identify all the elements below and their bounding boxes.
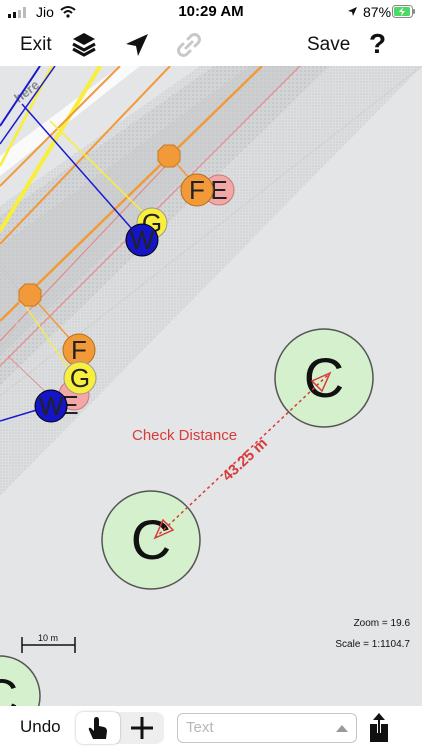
node-label: W: [130, 225, 155, 255]
hand-pointer-icon: [88, 717, 107, 739]
battery-percent: 87%: [363, 4, 392, 20]
help-button[interactable]: ?: [369, 28, 386, 60]
link-icon[interactable]: [175, 31, 203, 59]
location-arrow-icon[interactable]: [124, 32, 150, 58]
circle-point-partial[interactable]: C: [0, 655, 41, 706]
circle-point-lower[interactable]: C: [101, 490, 201, 590]
scale-readout: Scale = 1:1104.7: [335, 639, 410, 650]
plus-icon: [131, 717, 153, 739]
dropdown-arrow-icon[interactable]: [336, 725, 348, 732]
map-canvas[interactable]: here E F G W F G E W C C 43.25 m Check D…: [0, 66, 422, 706]
circle-label: C: [131, 508, 171, 571]
node-label: F: [189, 175, 205, 205]
map-drawing: here E F G W F G E W C C 43.25 m Check D…: [0, 66, 422, 706]
svg-text:C: C: [0, 669, 18, 706]
circle-point-upper[interactable]: C: [274, 328, 374, 428]
bottom-toolbar: Undo: [0, 706, 422, 750]
location-services-icon: [348, 7, 357, 16]
scale-bar-label: 10 m: [38, 633, 58, 643]
select-mode-button[interactable]: [76, 712, 120, 744]
save-button[interactable]: Save: [307, 34, 350, 56]
mode-segmented-control: [76, 712, 164, 744]
measure-title: Check Distance: [132, 427, 237, 444]
text-input[interactable]: [178, 714, 344, 741]
junction-node[interactable]: [157, 144, 181, 168]
add-mode-button[interactable]: [120, 712, 164, 744]
circle-label: C: [304, 346, 344, 409]
layers-icon[interactable]: [72, 32, 96, 58]
node-label: F: [71, 335, 87, 365]
text-dropdown[interactable]: [177, 713, 357, 743]
exit-button[interactable]: Exit: [20, 34, 52, 56]
top-toolbar: Exit Save ?: [0, 24, 422, 66]
clock: 10:29 AM: [178, 3, 244, 20]
node-label: W: [39, 391, 64, 421]
undo-button[interactable]: Undo: [20, 717, 61, 737]
node-label: G: [70, 363, 90, 393]
scale-bar: 10 m: [21, 633, 76, 653]
junction-node[interactable]: [18, 283, 42, 307]
status-bar: Jio 10:29 AM 87%: [0, 0, 422, 24]
battery-icon: [392, 5, 415, 18]
zoom-readout: Zoom = 19.6: [353, 618, 410, 629]
share-icon[interactable]: [366, 712, 392, 744]
